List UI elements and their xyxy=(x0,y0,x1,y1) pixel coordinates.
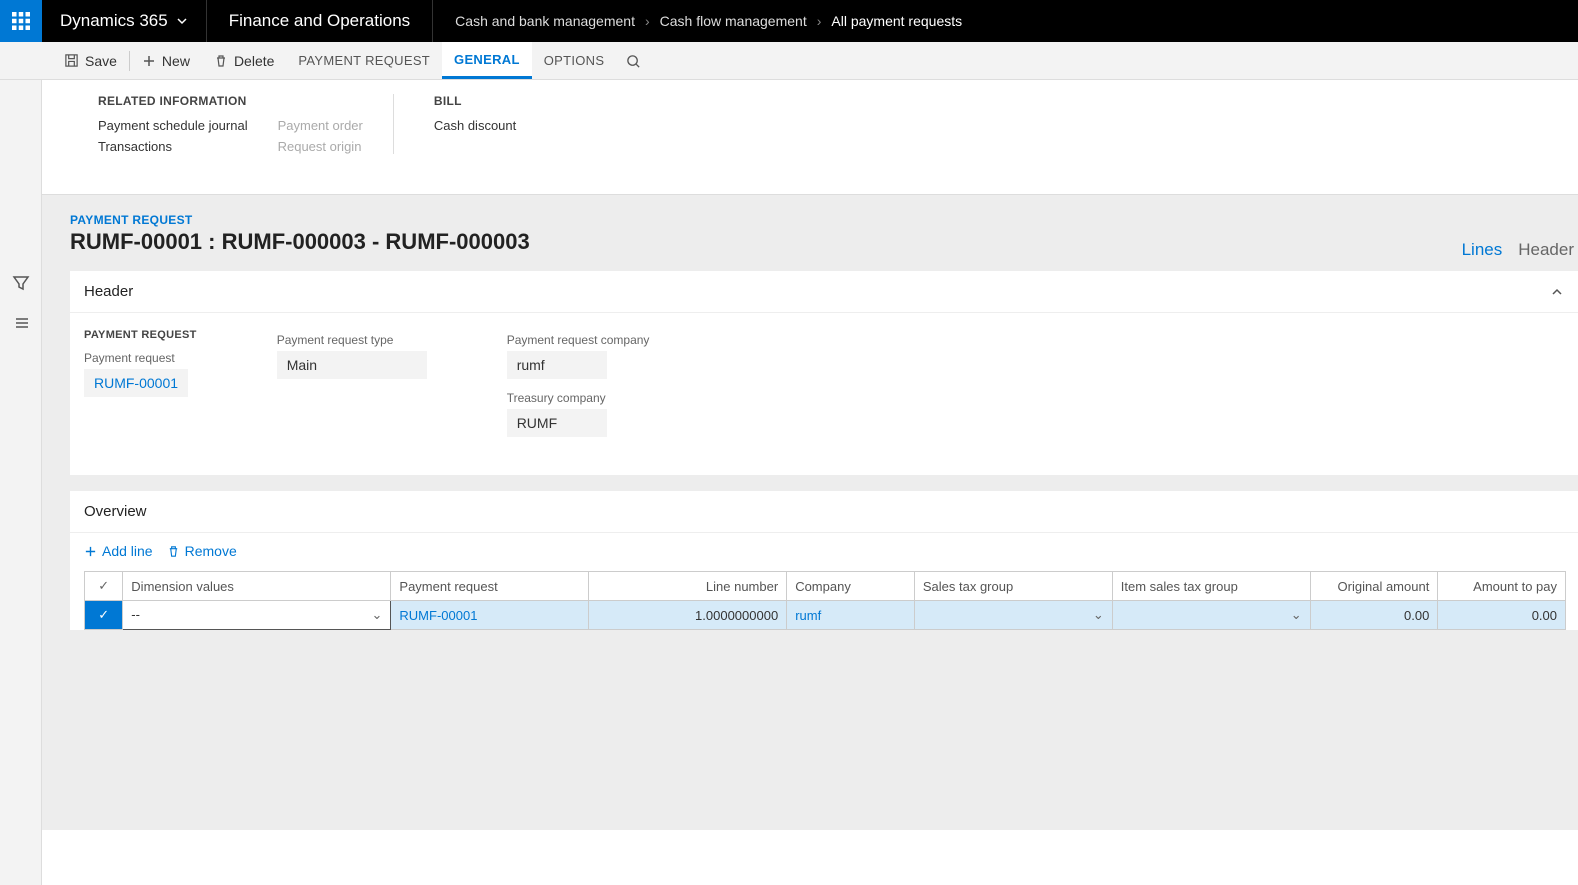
card-title: Overview xyxy=(84,503,147,520)
cell-item-sales-tax-group[interactable]: ⌄ xyxy=(1112,601,1310,630)
row-select-checkbox[interactable]: ✓ xyxy=(85,601,123,630)
new-button[interactable]: New xyxy=(130,42,202,79)
field-label: Payment request type xyxy=(277,333,427,347)
related-information-group: RELATED INFORMATION Payment schedule jou… xyxy=(98,94,394,154)
type-group: Payment request type Main xyxy=(277,329,427,449)
plus-icon xyxy=(84,545,97,558)
overview-card-toggle[interactable]: Overview xyxy=(70,491,1578,533)
header-card: Header PAYMENT REQUEST Payment request R… xyxy=(70,271,1578,475)
col-amount-to-pay[interactable]: Amount to pay xyxy=(1438,572,1566,601)
overview-grid: ✓ Dimension values Payment request Line … xyxy=(84,571,1566,630)
trash-icon xyxy=(214,54,228,68)
cell-original-amount[interactable]: 0.00 xyxy=(1310,601,1438,630)
field-treasury-company: Treasury company RUMF xyxy=(507,391,650,437)
group-title: PAYMENT REQUEST xyxy=(84,329,197,341)
cell-company[interactable]: rumf xyxy=(787,601,915,630)
general-subpanel: RELATED INFORMATION Payment schedule jou… xyxy=(42,80,1578,195)
header-card-toggle[interactable]: Header xyxy=(70,271,1578,313)
chevron-right-icon: › xyxy=(817,13,822,29)
cell-payment-request[interactable]: RUMF-00001 xyxy=(391,601,589,630)
bill-group: BILL Cash discount xyxy=(434,94,546,154)
breadcrumb-item[interactable]: Cash flow management xyxy=(660,13,807,29)
brand-dropdown[interactable]: Dynamics 365 xyxy=(42,0,207,42)
field-value: rumf xyxy=(507,351,607,379)
chevron-down-icon: ⌄ xyxy=(1291,607,1302,623)
chevron-down-icon: ⌄ xyxy=(372,607,383,623)
col-line-number[interactable]: Line number xyxy=(589,572,787,601)
col-sales-tax-group[interactable]: Sales tax group xyxy=(914,572,1112,601)
plus-icon xyxy=(142,54,156,68)
link-transactions[interactable]: Transactions xyxy=(98,139,248,154)
grid-header-row: ✓ Dimension values Payment request Line … xyxy=(85,572,1566,601)
link-request-origin: Request origin xyxy=(278,139,363,154)
link-cash-discount[interactable]: Cash discount xyxy=(434,118,516,133)
chevron-up-icon xyxy=(1550,285,1564,299)
field-payment-request: Payment request RUMF-00001 xyxy=(84,351,197,397)
field-label: Payment request company xyxy=(507,333,650,347)
card-title: Header xyxy=(84,283,133,300)
link-payment-order: Payment order xyxy=(278,118,363,133)
col-company[interactable]: Company xyxy=(787,572,915,601)
col-payment-request[interactable]: Payment request xyxy=(391,572,589,601)
action-bar: Save New Delete PAYMENT REQUEST GENERAL … xyxy=(0,42,1578,80)
group-title: RELATED INFORMATION xyxy=(98,94,363,108)
payment-request-group: PAYMENT REQUEST Payment request RUMF-000… xyxy=(84,329,197,449)
cell-amount-to-pay[interactable]: 0.00 xyxy=(1438,601,1566,630)
view-header-tab[interactable]: Header xyxy=(1518,240,1574,260)
breadcrumb-item[interactable]: Cash and bank management xyxy=(455,13,635,29)
view-lines-tab[interactable]: Lines xyxy=(1462,240,1503,260)
top-bar: Dynamics 365 Finance and Operations Cash… xyxy=(0,0,1578,42)
field-value[interactable]: RUMF-00001 xyxy=(84,369,188,397)
brand-label: Dynamics 365 xyxy=(60,11,168,31)
group-title: BILL xyxy=(434,94,516,108)
save-button[interactable]: Save xyxy=(52,42,129,79)
overview-card: Overview Add line Remove ✓ Dimension val… xyxy=(70,491,1578,630)
link-payment-schedule-journal[interactable]: Payment schedule journal xyxy=(98,118,248,133)
col-original-amount[interactable]: Original amount xyxy=(1310,572,1438,601)
field-value: Main xyxy=(277,351,427,379)
page-content: PAYMENT REQUEST RUMF-00001 : RUMF-000003… xyxy=(42,195,1578,830)
col-dimension-values[interactable]: Dimension values xyxy=(123,572,391,601)
filter-icon[interactable] xyxy=(12,274,30,292)
search-button[interactable] xyxy=(616,52,651,68)
overview-actions: Add line Remove xyxy=(70,533,1578,565)
search-icon xyxy=(626,54,641,69)
save-icon xyxy=(64,53,79,68)
field-payment-request-company: Payment request company rumf xyxy=(507,333,650,379)
cell-dimension-values[interactable]: -- ⌄ xyxy=(123,601,391,630)
tab-options[interactable]: OPTIONS xyxy=(532,42,617,79)
select-all-header[interactable]: ✓ xyxy=(85,572,123,601)
field-label: Payment request xyxy=(84,351,197,365)
waffle-icon xyxy=(12,12,30,30)
field-value: RUMF xyxy=(507,409,607,437)
chevron-down-icon xyxy=(176,15,188,27)
checkmark-icon: ✓ xyxy=(98,578,109,593)
module-label: Finance and Operations xyxy=(207,0,433,42)
page-pretitle: PAYMENT REQUEST xyxy=(70,213,1578,227)
col-item-sales-tax-group[interactable]: Item sales tax group xyxy=(1112,572,1310,601)
app-launcher-button[interactable] xyxy=(0,0,42,42)
breadcrumb-item[interactable]: All payment requests xyxy=(831,13,962,29)
left-rail xyxy=(0,42,42,885)
field-payment-request-type: Payment request type Main xyxy=(277,333,427,379)
grid-row[interactable]: ✓ -- ⌄ RUMF-00001 1.0000000000 rumf ⌄ ⌄ xyxy=(85,601,1566,630)
cell-sales-tax-group[interactable]: ⌄ xyxy=(914,601,1112,630)
delete-button[interactable]: Delete xyxy=(202,42,286,79)
cell-line-number[interactable]: 1.0000000000 xyxy=(589,601,787,630)
tab-general[interactable]: GENERAL xyxy=(442,42,532,79)
view-tabs: Lines Header xyxy=(1462,240,1578,260)
chevron-right-icon: › xyxy=(645,13,650,29)
page-title: RUMF-00001 : RUMF-000003 - RUMF-000003 xyxy=(70,229,530,255)
field-label: Treasury company xyxy=(507,391,650,405)
add-line-button[interactable]: Add line xyxy=(84,543,153,559)
company-group: Payment request company rumf Treasury co… xyxy=(507,329,650,449)
chevron-down-icon: ⌄ xyxy=(1093,607,1104,623)
trash-icon xyxy=(167,545,180,558)
tab-payment-request[interactable]: PAYMENT REQUEST xyxy=(286,42,442,79)
checkmark-icon: ✓ xyxy=(98,607,109,622)
list-icon[interactable] xyxy=(12,314,30,332)
remove-button[interactable]: Remove xyxy=(167,543,237,559)
breadcrumb: Cash and bank management › Cash flow man… xyxy=(433,13,984,29)
